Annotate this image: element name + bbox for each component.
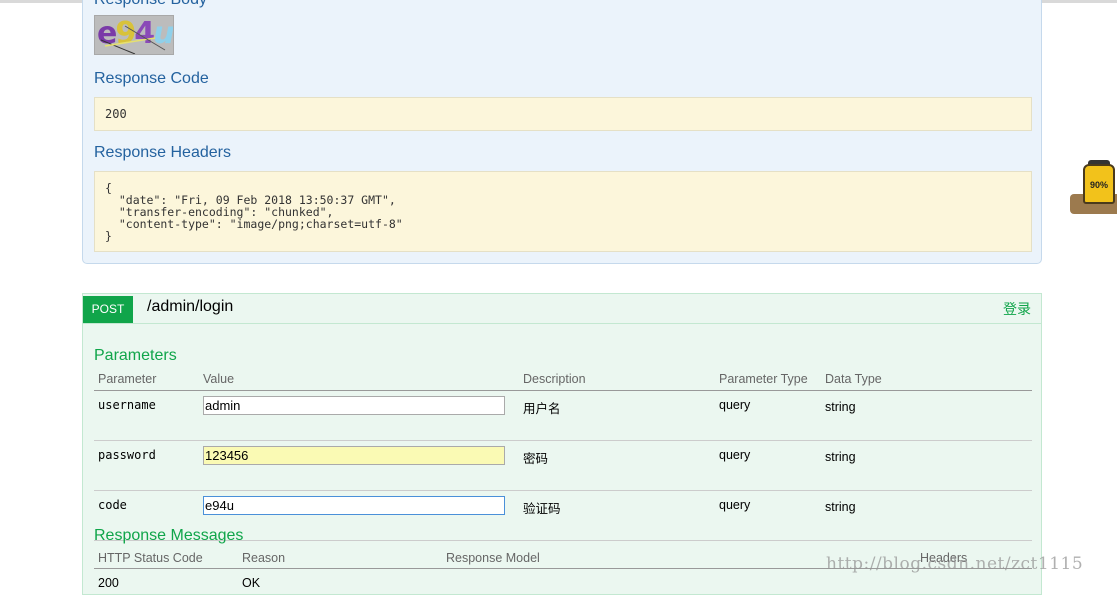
param-name: username	[94, 390, 199, 441]
param-type: query	[715, 490, 821, 541]
col-description: Description	[519, 368, 715, 391]
status-reason: OK	[242, 576, 261, 590]
response-headers-heading: Response Headers	[94, 144, 231, 161]
status-code: 200	[98, 576, 119, 590]
response-body-heading: Response Body	[94, 0, 207, 9]
password-input[interactable]	[203, 446, 505, 465]
col-parameter: Parameter	[94, 368, 199, 391]
response-code-value: 200	[105, 107, 127, 121]
param-row-password: password 密码 query string	[94, 440, 1032, 491]
param-description: 密码	[519, 440, 715, 491]
param-row-username: username 用户名 query string	[94, 390, 1032, 441]
captcha-noise-lines	[100, 25, 166, 54]
lantern-percent: 90%	[1089, 180, 1108, 190]
response-code-heading: Response Code	[94, 70, 209, 87]
response-headers-text: { "date": "Fri, 09 Feb 2018 13:50:37 GMT…	[105, 181, 403, 243]
watermark: http://blog.csdn.net/zct1115	[826, 554, 1084, 574]
response-headers-box: { "date": "Fri, 09 Feb 2018 13:50:37 GMT…	[94, 171, 1032, 252]
lantern-widget[interactable]: 90%	[1070, 160, 1117, 215]
parameters-header-row: Parameter Value Description Parameter Ty…	[94, 368, 1032, 391]
col-data-type: Data Type	[821, 368, 1032, 391]
param-description: 用户名	[519, 390, 715, 441]
parameters-heading: Parameters	[94, 347, 177, 364]
param-data-type: string	[821, 440, 1032, 491]
param-type: query	[715, 440, 821, 491]
col-value: Value	[199, 368, 519, 391]
param-data-type: string	[821, 390, 1032, 441]
username-input[interactable]	[203, 396, 505, 415]
post-operation-panel: POST /admin/login 登录 Parameters Paramete…	[82, 293, 1042, 595]
operation-summary-link[interactable]: 登录	[1003, 299, 1031, 319]
param-type: query	[715, 390, 821, 441]
operation-header[interactable]: POST /admin/login 登录	[83, 294, 1041, 324]
response-messages-heading: Response Messages	[94, 527, 244, 544]
param-data-type: string	[821, 490, 1032, 541]
col-parameter-type: Parameter Type	[715, 368, 821, 391]
response-code-box: 200	[94, 97, 1032, 131]
param-name: password	[94, 440, 199, 491]
col-reason: Reason	[238, 548, 442, 569]
captcha-image: e94u e94u	[94, 15, 174, 55]
http-method-badge[interactable]: POST	[83, 296, 133, 323]
get-response-panel: Response Body e94u e94u Response Code 20…	[82, 0, 1042, 264]
endpoint-path[interactable]: /admin/login	[147, 298, 233, 316]
param-description: 验证码	[519, 490, 715, 541]
col-http-status-code: HTTP Status Code	[94, 548, 238, 569]
captcha-code-input[interactable]	[203, 496, 505, 515]
parameters-table: Parameter Value Description Parameter Ty…	[94, 368, 1032, 541]
